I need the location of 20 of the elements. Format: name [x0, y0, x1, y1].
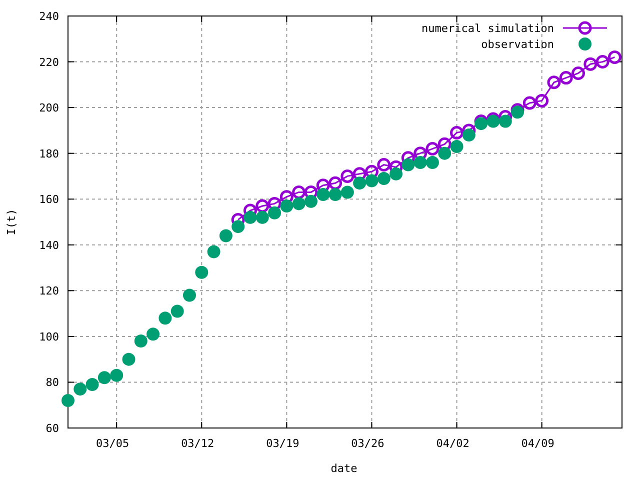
tick-label: 200: [39, 102, 59, 115]
tick-label: 120: [39, 284, 59, 298]
tick-label: 60: [46, 422, 59, 435]
tick-label: 100: [39, 330, 59, 344]
tick-label: 240: [39, 10, 59, 23]
tick-label: 04/02: [436, 437, 470, 450]
tick-label: 80: [46, 376, 59, 390]
tick-label: 03/26: [351, 437, 384, 450]
tick-label: 220: [39, 56, 59, 69]
tick-label: 03/12: [181, 437, 214, 450]
legend-label: observation: [481, 38, 554, 51]
tick-label: 03/05: [96, 437, 130, 450]
tick-label: 04/09: [521, 437, 554, 450]
tick-label: 03/19: [266, 437, 300, 450]
tick-label: 140: [39, 238, 59, 252]
axis-title: date: [330, 462, 358, 475]
tick-label: 160: [39, 193, 59, 206]
legend-label: numerical simulation: [422, 22, 554, 35]
tick-label: 180: [39, 147, 59, 160]
axis-title: I(t): [5, 208, 18, 236]
